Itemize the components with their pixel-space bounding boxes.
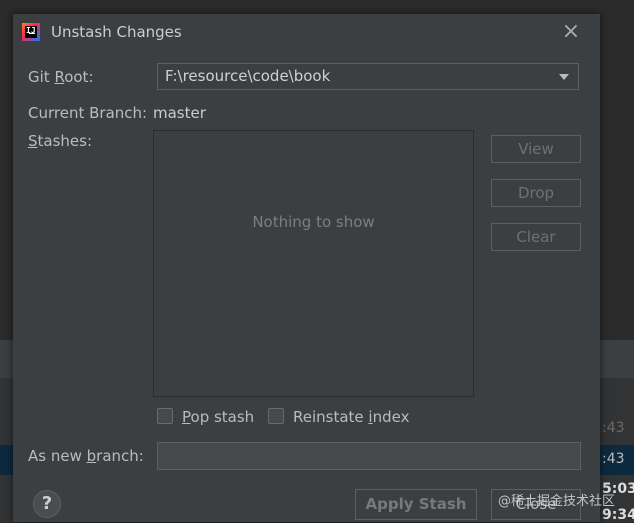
stash-list[interactable]: Nothing to show: [153, 130, 474, 397]
pop-stash-checkbox[interactable]: [157, 408, 173, 424]
git-root-select[interactable]: F:\resource\code\book: [157, 63, 579, 90]
chevron-down-icon: [559, 74, 569, 80]
new-branch-label: As new branch:: [28, 447, 144, 465]
git-root-value: F:\resource\code\book: [165, 67, 331, 85]
drop-button[interactable]: Drop: [491, 179, 581, 207]
close-icon[interactable]: ×: [561, 21, 581, 43]
intellij-icon: IJ: [22, 23, 40, 41]
empty-state-text: Nothing to show: [252, 213, 375, 231]
view-button[interactable]: View: [491, 135, 581, 163]
current-branch-value: master: [153, 104, 206, 122]
reinstate-index-label: Reinstate index: [293, 408, 410, 426]
log-time: :43: [602, 420, 625, 436]
pop-stash-label: Pop stash: [182, 408, 255, 426]
current-branch-label: Current Branch:: [28, 104, 148, 122]
stashes-label: Stashes:: [28, 132, 93, 150]
title-bar[interactable]: IJ Unstash Changes ×: [13, 14, 600, 52]
dialog-title: Unstash Changes: [51, 23, 182, 41]
log-time: 9:34: [602, 507, 634, 523]
new-branch-input[interactable]: [157, 442, 581, 470]
apply-stash-button[interactable]: Apply Stash: [355, 489, 477, 520]
help-button[interactable]: ?: [33, 490, 61, 518]
git-root-label: Git Root:: [28, 68, 94, 86]
unstash-dialog: IJ Unstash Changes × Git Root: F:\resour…: [13, 14, 600, 522]
log-time: :43: [602, 451, 625, 467]
watermark: @稀土掘金技术社区: [498, 494, 616, 509]
reinstate-index-checkbox[interactable]: [268, 408, 284, 424]
clear-button[interactable]: Clear: [491, 223, 581, 251]
